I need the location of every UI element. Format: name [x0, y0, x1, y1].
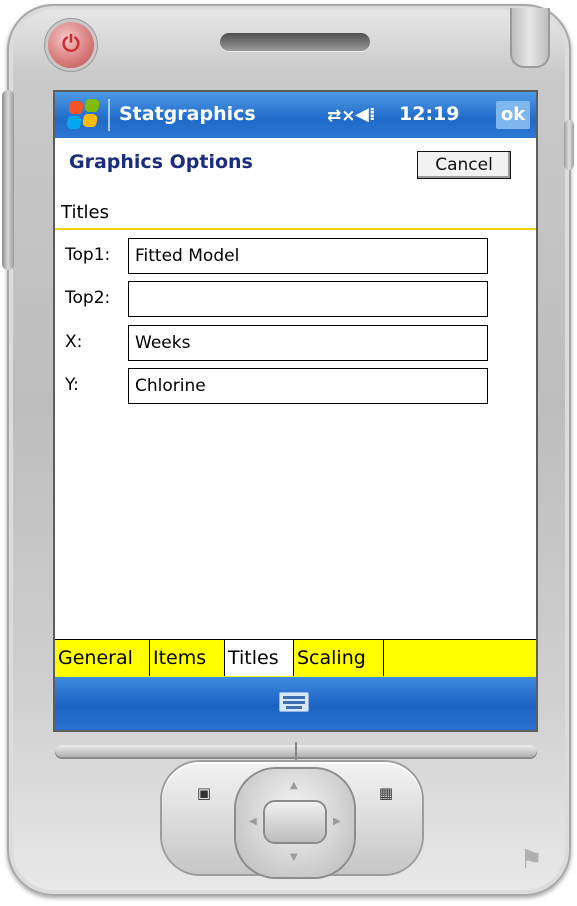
- top2-input[interactable]: [128, 281, 488, 317]
- x-input[interactable]: [128, 325, 488, 361]
- side-button-right[interactable]: [564, 120, 574, 170]
- calendar-grid-icon[interactable]: ▦: [374, 784, 398, 804]
- tab-scaling[interactable]: Scaling: [294, 640, 384, 676]
- contacts-card-icon[interactable]: ▣: [192, 784, 216, 804]
- stylus-slot: [510, 8, 550, 68]
- section-divider: [55, 228, 536, 230]
- windows-flag-icon: ⚑: [522, 845, 542, 875]
- title-bar: Statgraphics ⇄× ◀⁞ 12:19 ok: [55, 92, 536, 138]
- y-input[interactable]: [128, 368, 488, 404]
- dpad-left-icon[interactable]: ◀: [249, 816, 257, 827]
- section-title: Titles: [61, 202, 109, 223]
- top1-label: Top1:: [65, 245, 111, 265]
- device-screen: Statgraphics ⇄× ◀⁞ 12:19 ok Graphics Opt…: [55, 92, 536, 730]
- page-title: Graphics Options: [69, 151, 253, 173]
- tab-strip: General Items Titles Scaling: [55, 639, 536, 677]
- tab-titles[interactable]: Titles: [225, 640, 294, 676]
- tab-general[interactable]: General: [55, 640, 150, 676]
- x-label: X:: [65, 332, 83, 352]
- clock[interactable]: 12:19: [399, 103, 459, 125]
- dpad-down-icon[interactable]: ▼: [290, 852, 298, 863]
- menu-bar: [55, 677, 536, 730]
- top1-input[interactable]: [128, 238, 488, 274]
- power-icon: ⏻: [62, 32, 80, 57]
- top2-label: Top2:: [65, 288, 111, 308]
- page-header: Graphics Options Cancel: [55, 138, 536, 188]
- ok-button[interactable]: ok: [496, 101, 530, 129]
- dpad-right-icon[interactable]: ▶: [333, 816, 341, 827]
- speaker-grille: [220, 33, 370, 51]
- bezel-divider: [295, 742, 297, 760]
- start-button[interactable]: [65, 98, 101, 132]
- app-title: Statgraphics: [119, 103, 256, 125]
- tab-items[interactable]: Items: [150, 640, 225, 676]
- y-label: Y:: [65, 375, 79, 395]
- dpad-action-button[interactable]: [265, 802, 325, 842]
- side-button-left[interactable]: [2, 90, 14, 270]
- cancel-button[interactable]: Cancel: [417, 151, 511, 179]
- keyboard-icon[interactable]: [279, 692, 309, 712]
- title-separator: [108, 99, 110, 131]
- speaker-icon[interactable]: ◀⁞: [355, 104, 376, 125]
- power-button[interactable]: ⏻: [48, 22, 94, 68]
- dpad-up-icon[interactable]: ▲: [290, 780, 298, 791]
- connectivity-arrows-icon[interactable]: ⇄×: [327, 106, 356, 126]
